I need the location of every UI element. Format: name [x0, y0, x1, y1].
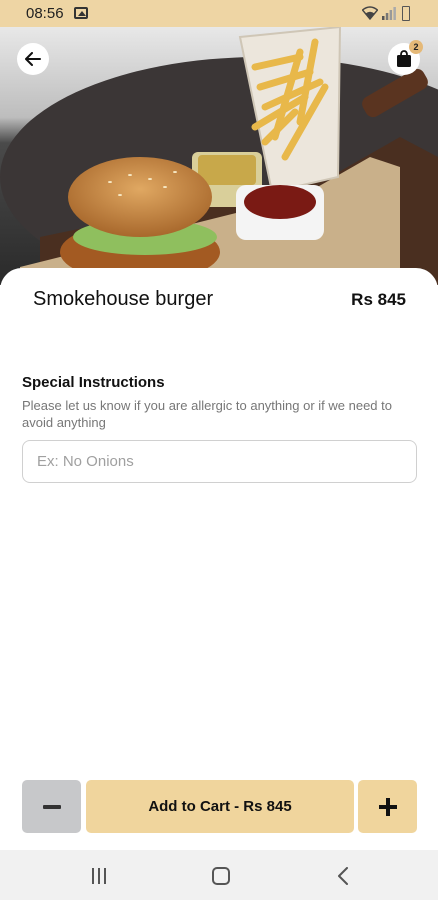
item-name: Smokehouse burger — [33, 288, 214, 310]
nav-back-icon[interactable] — [336, 867, 350, 885]
special-instructions-input[interactable] — [22, 440, 417, 483]
status-icons — [362, 6, 422, 21]
back-arrow-icon — [25, 52, 41, 66]
add-to-cart-button[interactable]: Add to Cart - Rs 845 — [86, 780, 354, 833]
system-navigation-bar — [0, 850, 438, 900]
item-details-sheet — [0, 268, 438, 850]
recents-icon[interactable] — [90, 868, 108, 884]
shopping-bag-icon — [397, 50, 411, 67]
food-image — [0, 27, 438, 285]
home-icon[interactable] — [212, 867, 230, 885]
burger-photo — [0, 27, 438, 285]
signal-icon — [382, 7, 396, 20]
status-time: 08:56 — [26, 5, 64, 22]
item-price: Rs 845 — [351, 290, 406, 309]
plus-icon — [378, 797, 397, 816]
instructions-description: Please let us know if you are allergic t… — [22, 398, 392, 430]
gallery-icon — [74, 7, 88, 19]
minus-icon — [42, 804, 61, 809]
status-bar: 08:56 — [0, 0, 438, 27]
increase-quantity-button[interactable] — [358, 780, 417, 833]
instructions-title: Special Instructions — [22, 374, 165, 391]
back-button[interactable] — [17, 43, 49, 75]
decrease-quantity-button[interactable] — [22, 780, 81, 833]
cart-count-badge: 2 — [409, 40, 423, 54]
battery-icon — [402, 6, 410, 21]
wifi-icon — [362, 6, 378, 20]
